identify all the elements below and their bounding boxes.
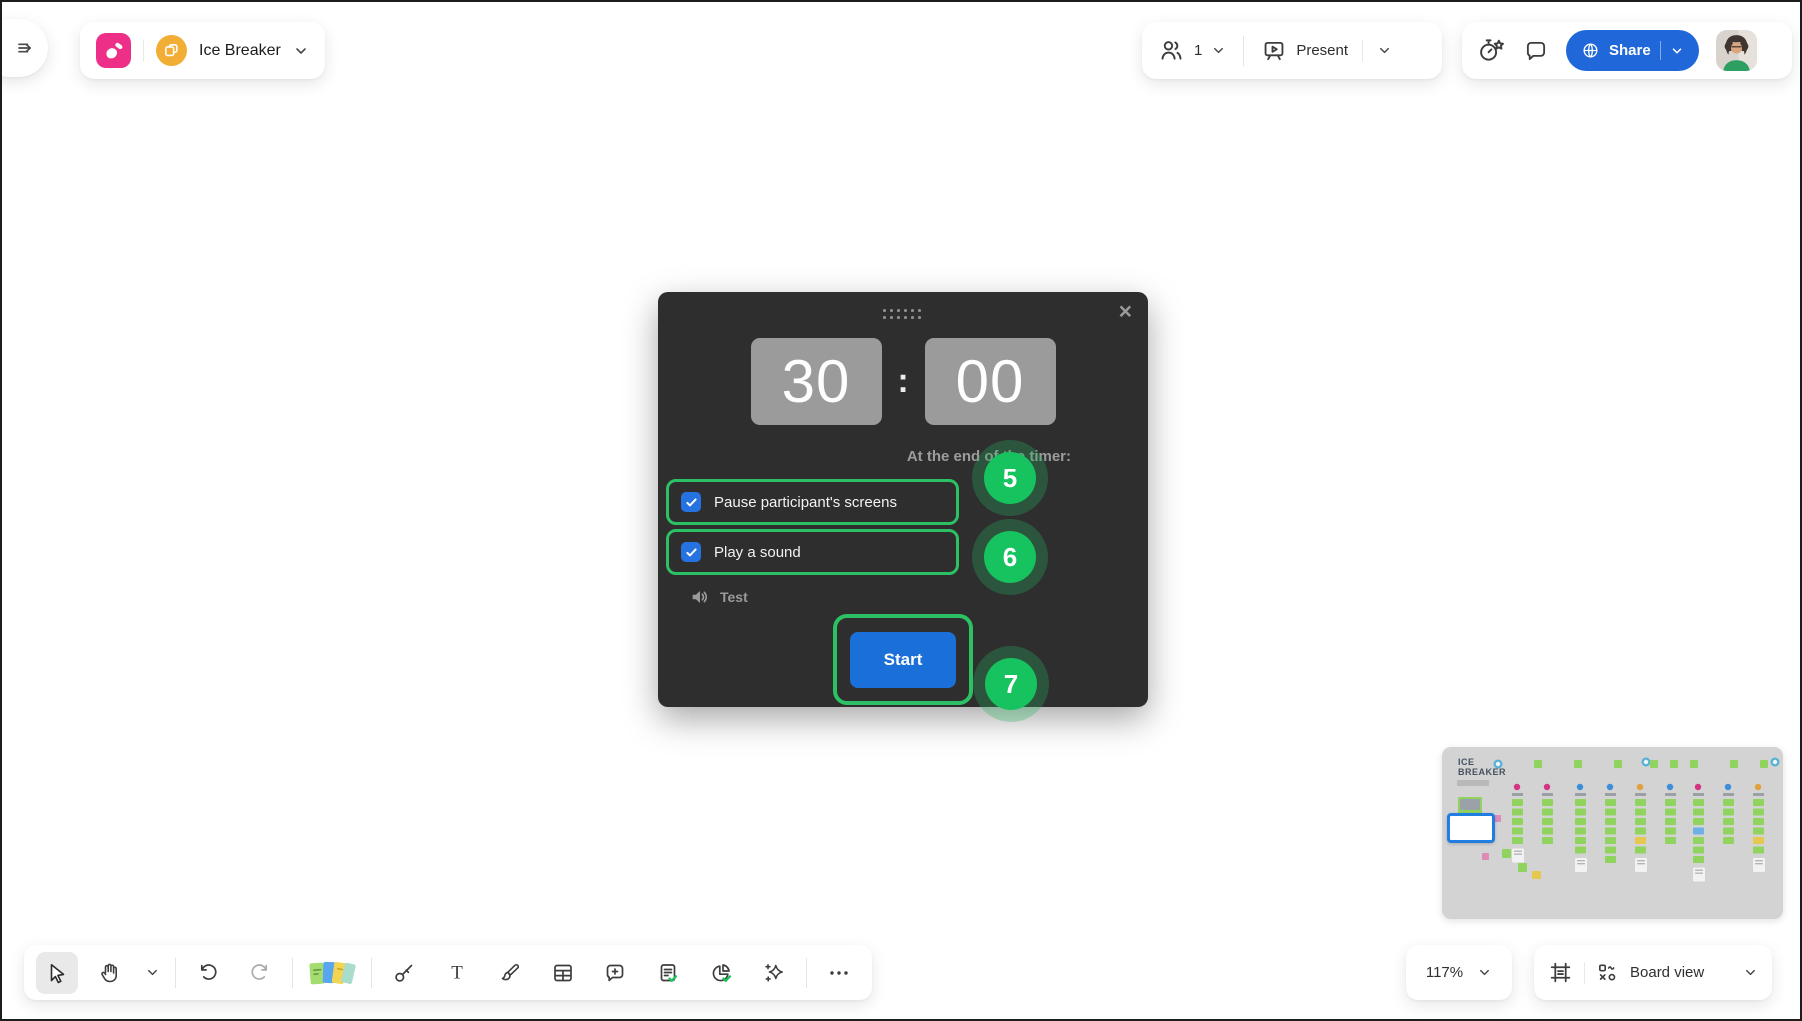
zoom-chevron-down-icon[interactable] — [1477, 965, 1492, 980]
svg-text:T: T — [451, 962, 463, 983]
zoom-control[interactable]: 117% — [1406, 945, 1512, 1000]
view-chevron-down-icon[interactable] — [1743, 965, 1758, 980]
test-label: Test — [720, 589, 748, 605]
divider — [371, 958, 372, 988]
timer-dialog: × 30 : 00 At the end of the timer: Pause… — [658, 292, 1148, 707]
share-chevron-down-icon[interactable] — [1670, 44, 1684, 58]
creation-toolbar: T — [24, 945, 872, 1000]
sticky-note-tool-button[interactable] — [304, 952, 360, 994]
annotation-box-start: Start — [833, 614, 973, 705]
timer-colon: : — [882, 362, 925, 401]
shapes-tool-button[interactable] — [383, 952, 425, 994]
annotation-step-5: 5 — [984, 452, 1036, 504]
close-icon[interactable]: × — [1119, 300, 1132, 323]
miro-board-app: Ice Breaker 1 Present — [0, 0, 1802, 1021]
divider — [1584, 962, 1585, 984]
board-title[interactable]: Ice Breaker — [199, 42, 281, 60]
table-tool-button[interactable] — [542, 952, 584, 994]
project-folder-icon[interactable] — [156, 35, 187, 66]
drag-handle[interactable] — [883, 309, 923, 321]
more-tools-button[interactable] — [818, 952, 860, 994]
participants-chevron-down-icon[interactable] — [1211, 43, 1226, 58]
collaboration-card: 1 Present — [1142, 22, 1442, 79]
sidebar-expand-icon — [14, 36, 38, 60]
timer-minutes-field[interactable]: 30 — [751, 338, 882, 425]
ai-sparkles-tool-button[interactable] — [753, 952, 795, 994]
present-label[interactable]: Present — [1296, 42, 1348, 59]
view-switcher: Board view — [1534, 945, 1772, 1000]
pause-screens-checkbox[interactable] — [681, 492, 701, 512]
timer-seconds-field[interactable]: 00 — [925, 338, 1056, 425]
zoom-level: 117% — [1426, 964, 1463, 981]
timer-digits: 30 : 00 — [658, 338, 1148, 425]
divider — [1362, 40, 1363, 62]
divider — [175, 958, 176, 988]
participants-icon[interactable] — [1158, 37, 1185, 64]
start-timer-button[interactable]: Start — [850, 632, 956, 688]
share-label: Share — [1609, 42, 1651, 59]
comment-tool-button[interactable] — [594, 952, 636, 994]
select-tool-button[interactable] — [36, 952, 78, 994]
board-view-icon[interactable] — [1596, 961, 1619, 984]
board-menu-chevron-down-icon[interactable] — [293, 43, 309, 59]
redo-button[interactable] — [239, 952, 281, 994]
tool-options-chevron-down-icon[interactable] — [142, 965, 164, 980]
board-view-label[interactable]: Board view — [1630, 964, 1704, 981]
comments-icon[interactable] — [1523, 38, 1549, 64]
board-tools-card: Share — [1462, 22, 1792, 79]
templates-tool-button[interactable] — [647, 952, 689, 994]
annotation-step-6: 6 — [984, 531, 1036, 583]
play-sound-label[interactable]: Play a sound — [714, 544, 801, 561]
text-tool-button[interactable]: T — [436, 952, 478, 994]
user-avatar[interactable] — [1716, 30, 1757, 71]
board-title-card: Ice Breaker — [80, 22, 325, 79]
divider — [1243, 36, 1244, 66]
undo-button[interactable] — [187, 952, 229, 994]
test-sound-button[interactable]: Test — [689, 586, 748, 608]
share-button[interactable]: Share — [1566, 30, 1699, 71]
divider — [292, 958, 293, 988]
pan-tool-button[interactable] — [89, 952, 131, 994]
timer-icon[interactable] — [1477, 36, 1506, 65]
annotation-step-7: 7 — [985, 658, 1037, 710]
annotation-step-halo: 7 — [973, 646, 1049, 722]
pause-screens-label[interactable]: Pause participant's screens — [714, 494, 897, 511]
divider — [143, 40, 144, 62]
present-chevron-down-icon[interactable] — [1377, 43, 1392, 58]
pen-tool-button[interactable] — [489, 952, 531, 994]
play-sound-checkbox[interactable] — [681, 542, 701, 562]
chart-tool-button[interactable] — [700, 952, 742, 994]
app-logo-icon[interactable] — [96, 33, 131, 68]
frames-icon[interactable] — [1548, 960, 1573, 985]
minimap[interactable]: ICE BREAKER — [1442, 747, 1783, 919]
speaker-icon — [689, 586, 711, 608]
globe-icon — [1581, 41, 1600, 60]
participants-count: 1 — [1194, 42, 1202, 59]
annotation-step-halo: 6 — [972, 519, 1048, 595]
divider — [1660, 41, 1661, 60]
sidebar-toggle-button[interactable] — [0, 19, 48, 77]
annotation-box-sound-option: Play a sound — [666, 529, 959, 575]
divider — [806, 958, 807, 988]
annotation-step-halo: 5 — [972, 440, 1048, 516]
minimap-board-label: ICE BREAKER — [1458, 757, 1512, 777]
minimap-viewport[interactable] — [1447, 813, 1495, 843]
annotation-box-pause-option: Pause participant's screens — [666, 479, 959, 525]
present-icon[interactable] — [1261, 38, 1287, 64]
